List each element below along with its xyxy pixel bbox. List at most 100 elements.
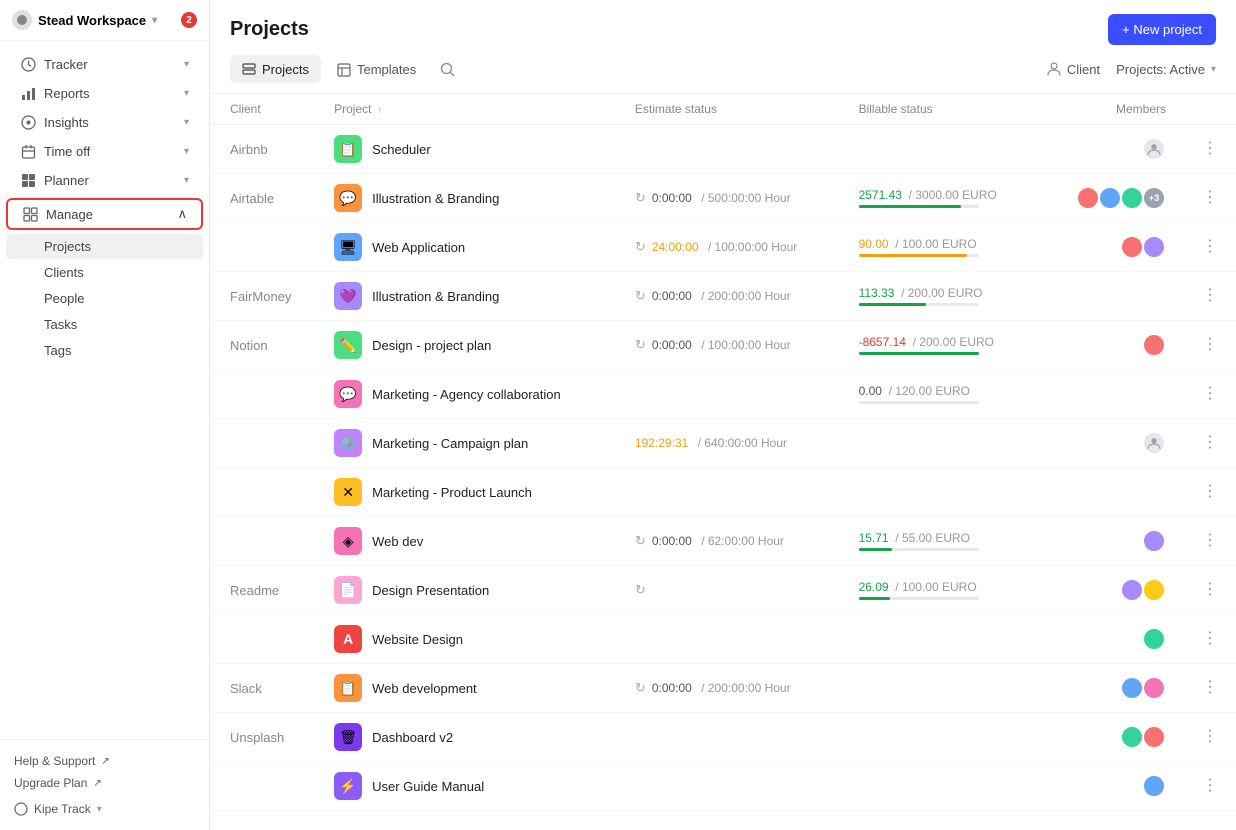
- project-cell[interactable]: ⚡ User Guide Manual: [322, 762, 623, 811]
- project-name: Website Design: [372, 632, 463, 647]
- more-options-button[interactable]: ⋮: [1196, 577, 1224, 602]
- project-cell-inner: 💜 Illustration & Branding: [334, 282, 611, 310]
- col-billable: Billable status: [847, 94, 1042, 125]
- repeat-icon[interactable]: ↻: [635, 190, 646, 206]
- more-options-button[interactable]: ⋮: [1196, 430, 1224, 455]
- repeat-icon[interactable]: ↻: [635, 239, 646, 255]
- project-cell-inner: A Website Design: [334, 625, 611, 653]
- project-cell[interactable]: 🖥 Web Application: [322, 223, 623, 272]
- tab-projects[interactable]: Projects: [230, 55, 321, 83]
- table-row: Readme 📄 Design Presentation ↻ 26.09 / 1…: [210, 566, 1236, 615]
- project-name: Web development: [372, 681, 477, 696]
- more-options-button[interactable]: ⋮: [1196, 479, 1224, 504]
- kipe-track-label: Kipe Track: [34, 802, 91, 816]
- project-name: Marketing - Product Launch: [372, 485, 532, 500]
- client-cell: Readme: [210, 566, 322, 615]
- project-cell[interactable]: ⚙️ Marketing - Campaign plan: [322, 419, 623, 468]
- sidebar-item-planner[interactable]: Planner ▾: [6, 166, 203, 194]
- kipe-track-selector[interactable]: Kipe Track ▾: [14, 794, 195, 820]
- estimate-value: ↻ 0:00:00 / 100:00:00 Hour: [635, 337, 835, 353]
- sidebar-item-clients[interactable]: Clients: [6, 260, 203, 285]
- project-name: Dashboard v2: [372, 730, 453, 745]
- notification-badge[interactable]: 2: [181, 12, 197, 28]
- project-cell[interactable]: 💜 Illustration & Branding: [322, 272, 623, 321]
- project-cell[interactable]: 📋 Scheduler: [322, 125, 623, 174]
- page-title: Projects: [230, 18, 309, 41]
- more-options-button[interactable]: ⋮: [1196, 675, 1224, 700]
- client-cell: [210, 517, 322, 566]
- billable-cell: [847, 615, 1042, 664]
- more-options-button[interactable]: ⋮: [1196, 773, 1224, 798]
- insights-label: Insights: [44, 115, 89, 130]
- project-cell[interactable]: ✕ Marketing - Product Launch: [322, 468, 623, 517]
- more-options-button[interactable]: ⋮: [1196, 724, 1224, 749]
- more-options-button[interactable]: ⋮: [1196, 332, 1224, 357]
- progress-fill: [859, 205, 961, 208]
- sidebar-item-reports[interactable]: Reports ▾: [6, 79, 203, 107]
- billable-value: 15.71 / 55.00 EURO: [859, 531, 1030, 551]
- sidebar-item-timeoff[interactable]: Time off ▾: [6, 137, 203, 165]
- project-cell[interactable]: 🗑 Dashboard v2: [322, 713, 623, 762]
- project-cell[interactable]: 💬 Marketing - Agency collaboration: [322, 370, 623, 419]
- repeat-icon[interactable]: ↻: [635, 337, 646, 353]
- search-button[interactable]: [432, 56, 463, 83]
- estimate-time: 24:00:00: [652, 240, 699, 254]
- repeat-icon[interactable]: ↻: [635, 288, 646, 304]
- project-cell[interactable]: 💬 Illustration & Branding: [322, 174, 623, 223]
- project-cell[interactable]: A Website Design: [322, 615, 623, 664]
- sidebar-item-tasks[interactable]: Tasks: [6, 312, 203, 337]
- upgrade-plan-link[interactable]: Upgrade Plan ↗: [14, 772, 195, 794]
- col-project: Project ↑: [322, 94, 623, 125]
- members-cell: [1041, 321, 1178, 370]
- project-cell[interactable]: 📄 Design Presentation: [322, 566, 623, 615]
- sidebar-item-insights[interactable]: Insights ▾: [6, 108, 203, 136]
- estimate-cell: ↻ 0:00:00 / 100:00:00 Hour: [623, 321, 847, 370]
- table-container: Client Project ↑ Estimate status Billabl…: [210, 94, 1236, 830]
- billable-value: 113.33 / 200.00 EURO: [859, 286, 1030, 306]
- members-cell: [1041, 272, 1178, 321]
- table-row: Unsplash 🗑 Dashboard v2 ⋮: [210, 713, 1236, 762]
- clock-icon: [20, 56, 36, 72]
- table-row: 💬 Marketing - Agency collaboration 0.00 …: [210, 370, 1236, 419]
- progress-fill: [859, 352, 979, 355]
- sidebar-item-tracker[interactable]: Tracker ▾: [6, 50, 203, 78]
- projects-filter-chevron: ▾: [1211, 64, 1216, 75]
- members-wrap: [1053, 676, 1166, 700]
- tab-templates[interactable]: Templates: [325, 55, 428, 83]
- workspace-name-label: Stead Workspace: [38, 13, 146, 28]
- project-cell[interactable]: 📋 Web development: [322, 664, 623, 713]
- help-support-link[interactable]: Help & Support ↗: [14, 750, 195, 772]
- estimate-suffix: / 62:00:00 Hour: [698, 534, 784, 548]
- table-row: Airbnb 📋 Scheduler ⋮: [210, 125, 1236, 174]
- sidebar-item-people[interactable]: People: [6, 286, 203, 311]
- repeat-icon[interactable]: ↻: [635, 582, 646, 597]
- client-cell: [210, 468, 322, 517]
- new-project-button[interactable]: + New project: [1108, 14, 1216, 45]
- sidebar-item-projects[interactable]: Projects: [6, 234, 203, 259]
- more-options-button[interactable]: ⋮: [1196, 136, 1224, 161]
- project-cell[interactable]: ◈ Web dev: [322, 517, 623, 566]
- project-name: Design Presentation: [372, 583, 489, 598]
- projects-filter[interactable]: Projects: Active ▾: [1116, 62, 1216, 77]
- estimate-suffix: / 100:00:00 Hour: [698, 338, 791, 352]
- projects-table: Client Project ↑ Estimate status Billabl…: [210, 94, 1236, 811]
- more-options-button[interactable]: ⋮: [1196, 626, 1224, 651]
- billable-cell: -8657.14 / 200.00 EURO: [847, 321, 1042, 370]
- project-cell[interactable]: ✏️ Design - project plan: [322, 321, 623, 370]
- more-options-button[interactable]: ⋮: [1196, 283, 1224, 308]
- repeat-icon[interactable]: ↻: [635, 680, 646, 696]
- members-wrap: [1053, 774, 1166, 798]
- client-cell: [210, 223, 322, 272]
- workspace-selector[interactable]: Stead Workspace ▾: [12, 10, 157, 30]
- manage-header[interactable]: Manage ∧: [6, 198, 203, 230]
- more-options-button[interactable]: ⋮: [1196, 381, 1224, 406]
- more-options-button[interactable]: ⋮: [1196, 234, 1224, 259]
- members-wrap: [1053, 137, 1166, 161]
- more-options-button[interactable]: ⋮: [1196, 185, 1224, 210]
- workspace-icon: [12, 10, 32, 30]
- sidebar-item-tags[interactable]: Tags: [6, 338, 203, 363]
- more-options-button[interactable]: ⋮: [1196, 528, 1224, 553]
- manage-label: Manage: [46, 207, 93, 222]
- repeat-icon[interactable]: ↻: [635, 533, 646, 549]
- client-filter[interactable]: Client: [1039, 58, 1108, 81]
